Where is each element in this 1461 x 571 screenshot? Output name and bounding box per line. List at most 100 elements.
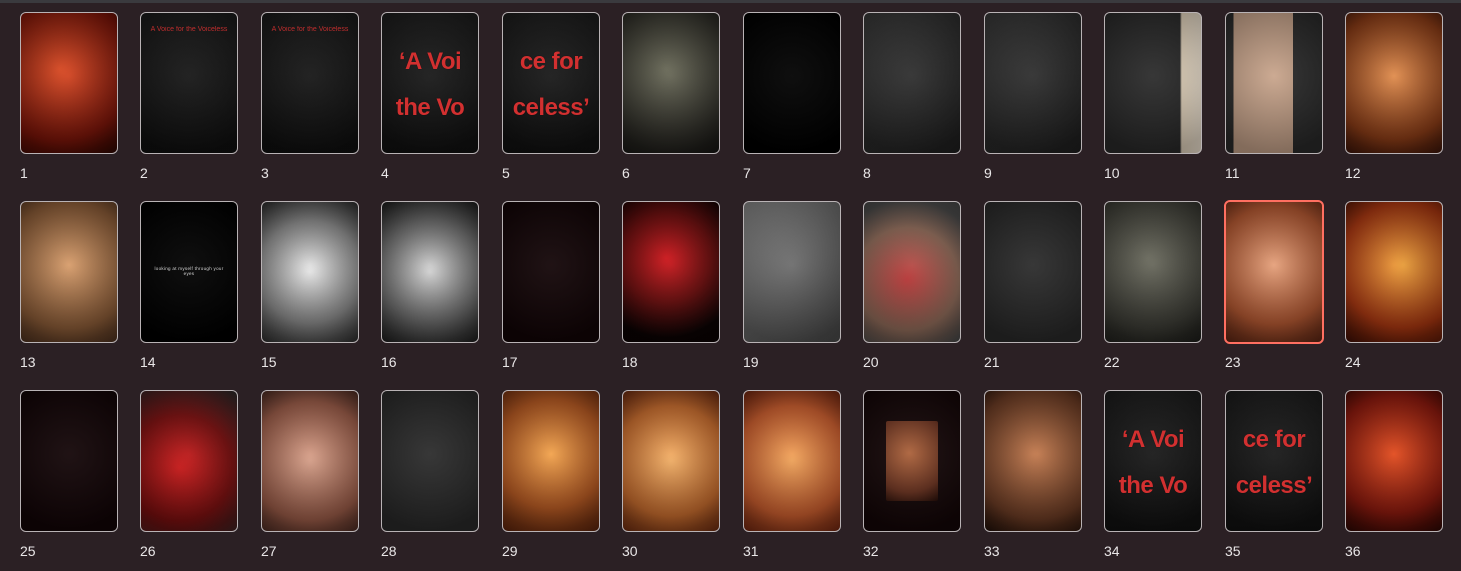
slide-number: 13 [20,354,36,370]
slide-thumbnail[interactable] [1104,201,1202,343]
slide-thumbnail[interactable]: A Voice for the Voiceless [140,12,238,154]
slide-number: 2 [140,165,148,181]
slide-thumbnail[interactable] [743,12,841,154]
slide-thumbnail[interactable] [863,390,961,532]
thumbnail-overlay [623,202,719,342]
slide-number: 33 [984,543,1000,559]
thumbnail-overlay [262,391,358,531]
slide-thumbnail[interactable] [984,390,1082,532]
slide-thumbnail[interactable] [261,390,359,532]
thumbnail-overlay [382,202,478,342]
slide-number: 4 [381,165,389,181]
slide-number: 7 [743,165,751,181]
slide-thumbnail[interactable] [140,390,238,532]
slide-thumbnail[interactable]: ce for celess’ [1225,390,1323,532]
thumbnail-overlay [262,202,358,342]
thumbnail-overlay [985,202,1081,342]
slide-text: ce for celess’ [1235,426,1313,499]
slide-grid: 1 A Voice for the Voiceless 2 A Voice for t… [0,0,1461,571]
slide-thumbnail[interactable] [622,390,720,532]
slide-number: 35 [1225,543,1241,559]
slide-thumbnail[interactable] [743,390,841,532]
slide-number: 1 [20,165,28,181]
slide-number: 27 [261,543,277,559]
slide-thumbnail[interactable] [1104,12,1202,154]
thumbnail-overlay [623,391,719,531]
slide-thumbnail[interactable] [20,390,118,532]
slide-text: ‘A Voi the Vo [1118,426,1188,499]
slide-thumbnail[interactable] [20,201,118,343]
slide-number: 18 [622,354,638,370]
thumbnail-overlay [141,391,237,531]
slide-thumbnail[interactable]: ce for celess’ [502,12,600,154]
thumbnail-overlay [503,391,599,531]
slide-text: looking at myself through your eyes [154,266,224,276]
thumbnail-overlay [985,13,1081,153]
slide-number: 17 [502,354,518,370]
thumbnail-overlay [1346,391,1442,531]
slide-number: 25 [20,543,36,559]
slide-number: 30 [622,543,638,559]
slide-thumbnail[interactable] [1345,390,1443,532]
thumbnail-overlay [21,391,117,531]
thumbnail-overlay [744,391,840,531]
slide-thumbnail[interactable] [502,201,600,343]
slide-number: 24 [1345,354,1361,370]
slide-thumbnail[interactable] [984,201,1082,343]
slide-number: 19 [743,354,759,370]
slide-thumbnail[interactable] [502,390,600,532]
slide-thumbnail[interactable] [743,201,841,343]
slide-number: 32 [863,543,879,559]
slide-text: A Voice for the Voiceless [150,26,228,33]
slide-text: A Voice for the Voiceless [271,26,349,33]
thumbnail-overlay [1226,202,1322,342]
thumbnail-overlay [744,202,840,342]
slide-thumbnail[interactable] [622,12,720,154]
slide-number: 36 [1345,543,1361,559]
slide-number: 14 [140,354,156,370]
slide-thumbnail[interactable] [863,201,961,343]
thumbnail-overlay [864,202,960,342]
slide-thumbnail[interactable] [381,201,479,343]
slide-thumbnail[interactable] [984,12,1082,154]
slide-number: 9 [984,165,992,181]
slide-thumbnail[interactable] [1224,200,1324,344]
slide-number: 5 [502,165,510,181]
thumbnail-overlay [623,13,719,153]
slide-thumbnail[interactable]: looking at myself through your eyes [140,201,238,343]
slide-thumbnail[interactable] [1225,12,1323,154]
slide-text: ce for celess’ [512,48,590,121]
slide-thumbnail[interactable] [1345,12,1443,154]
slide-thumbnail[interactable] [261,201,359,343]
slide-thumbnail[interactable] [381,390,479,532]
slide-number: 34 [1104,543,1120,559]
slide-number: 11 [1225,165,1240,181]
slide-number: 3 [261,165,269,181]
slide-number: 8 [863,165,871,181]
slide-number: 10 [1104,165,1120,181]
slide-number: 28 [381,543,397,559]
slide-text: ‘A Voi the Vo [395,48,465,121]
slide-thumbnail[interactable] [863,12,961,154]
slide-number: 23 [1225,354,1241,370]
slide-number: 6 [622,165,630,181]
thumbnail-overlay [1105,13,1201,153]
slide-thumbnail[interactable] [1345,201,1443,343]
slide-number: 16 [381,354,397,370]
slide-number: 22 [1104,354,1120,370]
slide-number: 12 [1345,165,1361,181]
thumbnail-overlay [1346,13,1442,153]
thumbnail-overlay [1226,13,1322,153]
inner-photo [886,421,938,501]
thumbnail-overlay [744,13,840,153]
slide-thumbnail[interactable] [20,12,118,154]
thumbnail-overlay [21,202,117,342]
slide-thumbnail[interactable] [622,201,720,343]
slide-thumbnail[interactable]: A Voice for the Voiceless [261,12,359,154]
thumbnail-overlay [864,13,960,153]
slide-thumbnail[interactable]: ‘A Voi the Vo [1104,390,1202,532]
slide-number: 20 [863,354,879,370]
thumbnail-overlay [985,391,1081,531]
slide-number: 29 [502,543,518,559]
slide-thumbnail[interactable]: ‘A Voi the Vo [381,12,479,154]
